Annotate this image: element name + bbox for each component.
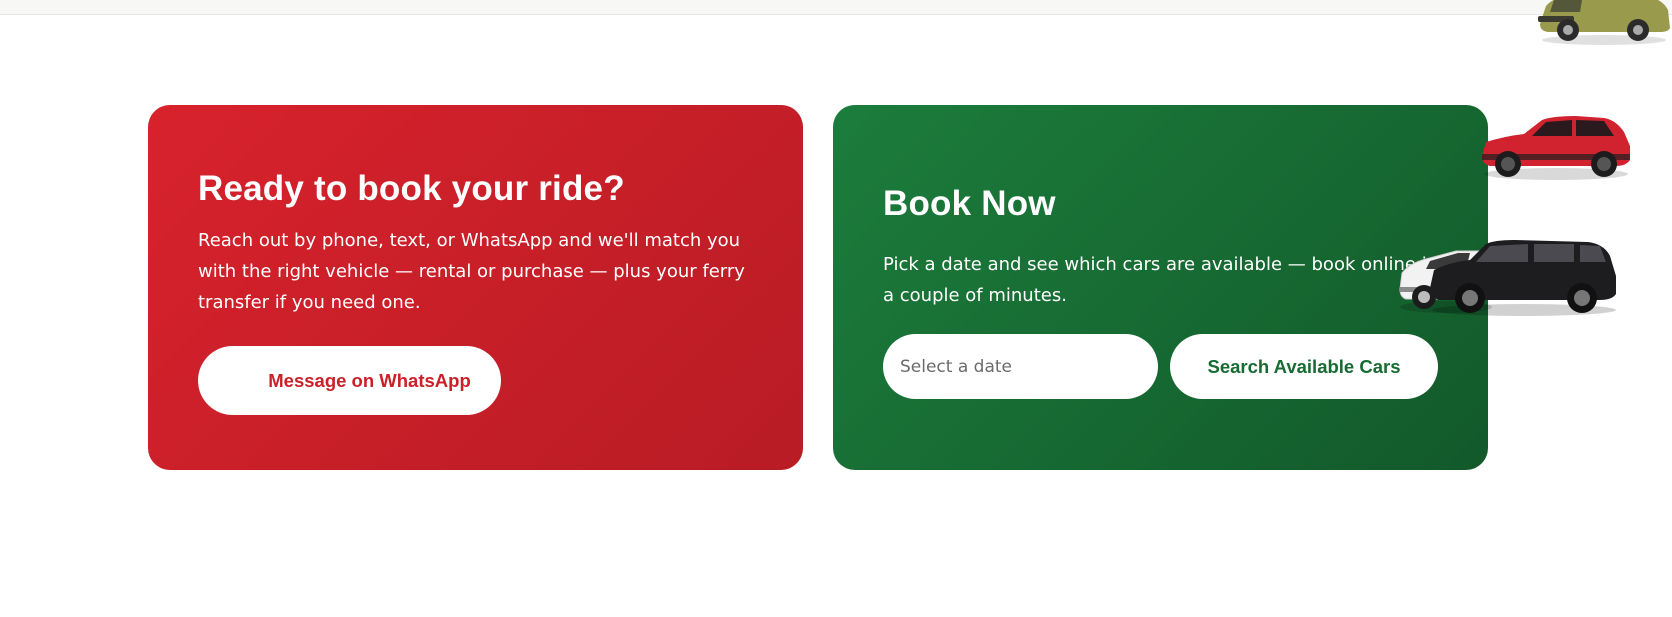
date-input[interactable]: [883, 334, 1158, 399]
booking-card-description: Reach out by phone, text, or WhatsApp an…: [198, 230, 745, 313]
black-suv-icon: [1430, 240, 1616, 316]
top-header-strip: [0, 0, 1672, 15]
book-now-card: Book Now Pick a date and see which cars …: [833, 105, 1488, 470]
message-whatsapp-button[interactable]: Message on WhatsApp: [198, 346, 501, 415]
contact-booking-card: Ready to book your ride? Reach out by ph…: [148, 105, 803, 470]
book-now-description: Pick a date and see which cars are avail…: [883, 254, 1439, 306]
whatsapp-button-label: Message on WhatsApp: [268, 369, 471, 391]
search-button-label: Search Available Cars: [1207, 355, 1401, 377]
book-now-title: Book Now: [883, 184, 1056, 223]
yellow-car-icon: [1538, 0, 1670, 45]
booking-card-title: Ready to book your ride?: [198, 169, 625, 208]
search-available-cars-button[interactable]: Search Available Cars: [1170, 334, 1438, 399]
red-suv-icon: [1482, 116, 1630, 180]
